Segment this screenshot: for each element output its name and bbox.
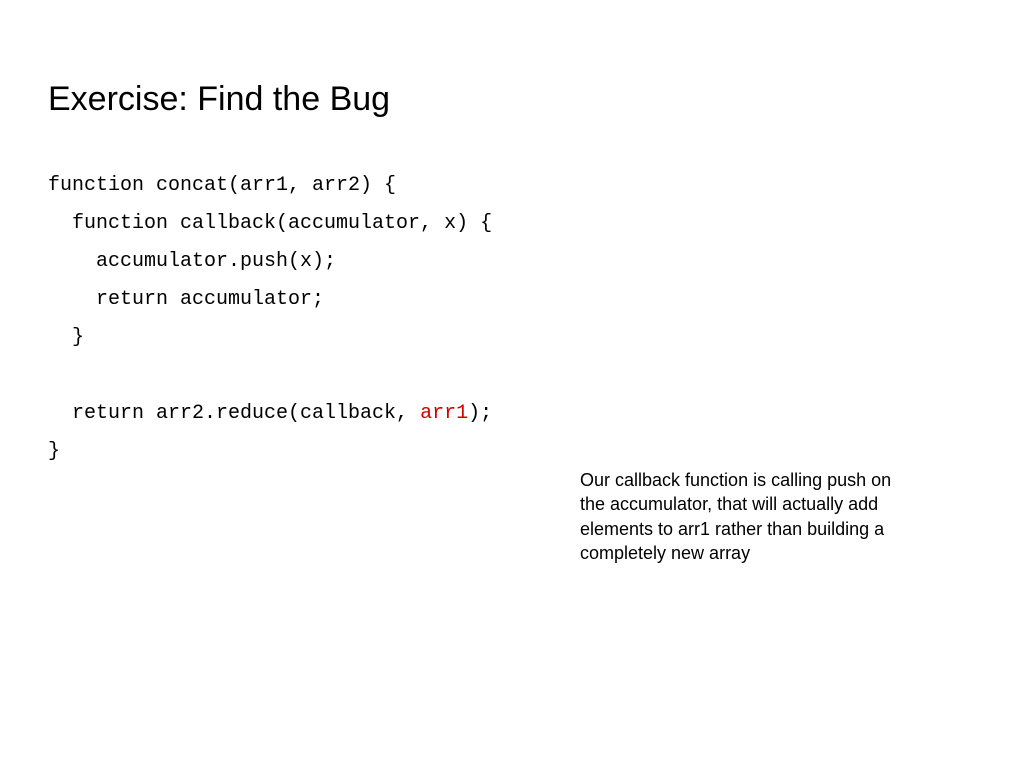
explanation-text: Our callback function is calling push on…	[580, 468, 920, 565]
code-line: function callback(accumulator, x) {	[48, 212, 492, 235]
code-line-prefix: return arr2.reduce(callback,	[48, 402, 420, 425]
code-highlight: arr1	[420, 402, 468, 425]
code-line-suffix: );	[468, 402, 492, 425]
code-line: accumulator.push(x);	[48, 250, 336, 273]
code-line: }	[48, 440, 60, 463]
slide-title: Exercise: Find the Bug	[48, 80, 984, 119]
code-line: return accumulator;	[48, 288, 324, 311]
code-line: function concat(arr1, arr2) {	[48, 174, 396, 197]
code-block: function concat(arr1, arr2) { function c…	[48, 167, 984, 471]
code-line: }	[48, 326, 84, 349]
